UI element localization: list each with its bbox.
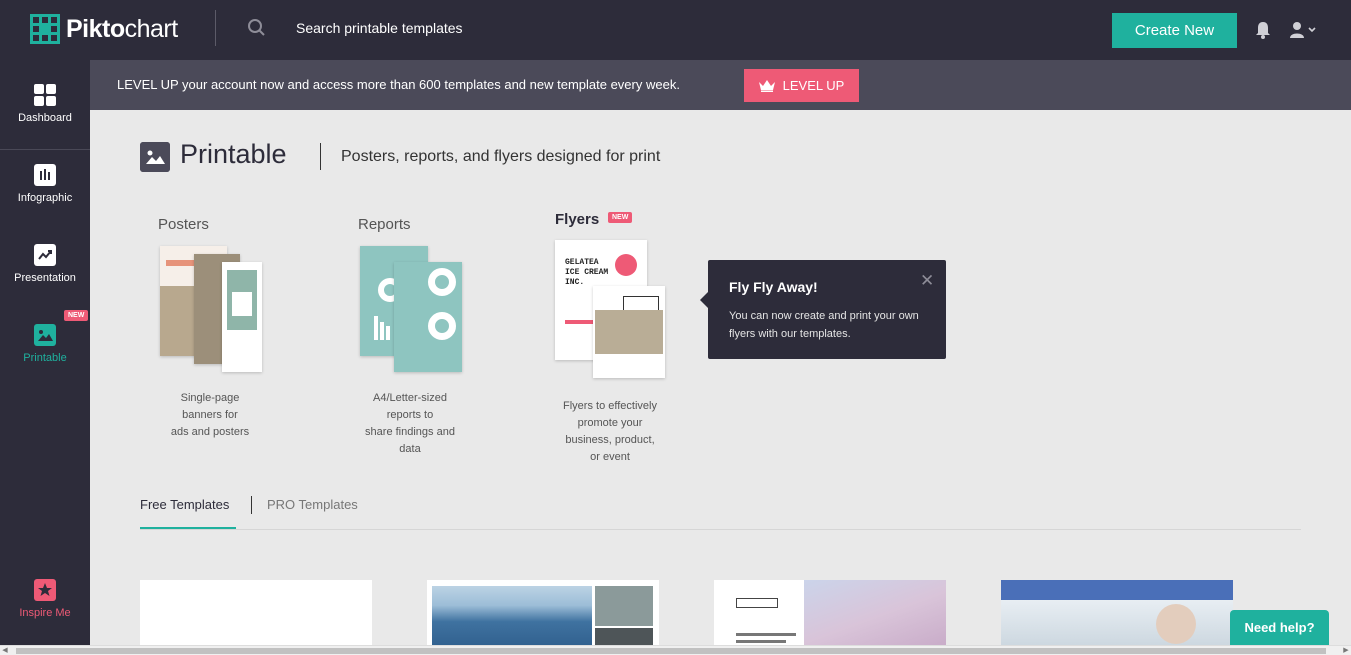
search-icon[interactable]	[247, 18, 267, 38]
template-card[interactable]	[1001, 580, 1233, 655]
level-up-label: LEVEL UP	[782, 78, 845, 93]
category-reports-description: A4/Letter-sized reports to share findings …	[365, 392, 455, 455]
bar-chart-icon	[34, 164, 56, 186]
page-title: Printable	[180, 139, 287, 169]
user-menu-icon[interactable]	[1290, 21, 1318, 39]
template-label-box	[736, 598, 778, 608]
template-text-line	[736, 633, 796, 636]
tooltip-body: You can now create and print your own fl…	[729, 310, 919, 340]
bell-icon[interactable]	[1255, 21, 1271, 39]
template-text-line	[736, 640, 786, 643]
crown-icon	[758, 79, 775, 92]
search-input[interactable]	[286, 15, 686, 41]
image-icon	[34, 324, 56, 346]
close-icon[interactable]: ✕	[920, 271, 934, 291]
new-badge: NEW	[608, 212, 633, 223]
banner-text: LEVEL UP your account now and access mor…	[117, 77, 680, 92]
need-help-button[interactable]: Need help?	[1230, 610, 1329, 645]
new-badge: NEW	[64, 310, 89, 321]
tabs-baseline	[140, 529, 1301, 530]
logo-text: Piktochart	[66, 14, 178, 43]
logo-mark-icon	[30, 14, 60, 44]
active-tab-indicator	[140, 527, 236, 529]
category-posters-label[interactable]: Posters	[158, 216, 209, 233]
scroll-left-icon[interactable]: ◀	[0, 646, 10, 655]
report-thumb-front	[394, 262, 462, 372]
sidebar-item-label: Presentation	[14, 272, 76, 284]
template-image	[804, 580, 946, 655]
star-icon	[34, 579, 56, 601]
template-card[interactable]	[427, 580, 659, 655]
horizontal-scrollbar[interactable]: ◀ ▶	[0, 645, 1351, 655]
poster-thumb-front	[222, 262, 262, 372]
printable-image-icon	[140, 142, 170, 172]
template-image	[432, 586, 592, 651]
tooltip-title: Fly Fly Away!	[729, 279, 818, 295]
sidebar-item-infographic[interactable]: Infographic	[0, 164, 90, 204]
tab-free-templates[interactable]: Free Templates	[140, 497, 229, 512]
template-image	[1156, 604, 1196, 644]
top-bar: Piktochart Create New	[0, 0, 1351, 60]
title-divider	[320, 143, 321, 170]
create-new-button[interactable]: Create New	[1112, 13, 1237, 48]
page-subtitle: Posters, reports, and flyers designed fo…	[341, 148, 661, 165]
category-flyers-label[interactable]: Flyers	[555, 211, 599, 228]
grid-icon	[34, 84, 56, 106]
sidebar-item-presentation[interactable]: Presentation	[0, 244, 90, 284]
sidebar: Dashboard Infographic Presentation Print…	[0, 60, 90, 655]
flyers-tooltip: Fly Fly Away! ✕ You can now create and p…	[700, 260, 946, 359]
sidebar-item-label: Printable	[23, 352, 67, 364]
category-flyers-description: Flyers to effectively promote your busines…	[563, 400, 657, 463]
sidebar-item-label: Inspire Me	[19, 607, 71, 619]
scroll-right-icon[interactable]: ▶	[1341, 646, 1351, 655]
scrollbar-thumb[interactable]	[16, 648, 1326, 654]
sidebar-item-dashboard[interactable]: Dashboard	[0, 84, 90, 124]
category-reports-label[interactable]: Reports	[358, 216, 411, 233]
level-up-banner: LEVEL UP your account now and access mor…	[90, 60, 1351, 110]
flyer-thumb-text: GELATEA ICE CREAM INC.	[565, 258, 609, 287]
tab-pro-templates[interactable]: PRO Templates	[267, 497, 358, 512]
sidebar-item-inspire-me[interactable]: Inspire Me	[0, 579, 90, 619]
piktochart-logo[interactable]: Piktochart	[30, 14, 178, 44]
top-divider	[215, 10, 216, 46]
category-posters-description: Single-page banners for ads and posters	[170, 392, 250, 438]
template-card[interactable]	[140, 580, 372, 655]
sidebar-divider	[0, 149, 90, 150]
template-image	[595, 586, 653, 626]
level-up-button[interactable]: LEVEL UP	[744, 69, 859, 102]
template-card[interactable]	[714, 580, 946, 655]
sidebar-item-label: Infographic	[17, 192, 73, 204]
sidebar-item-label: Dashboard	[18, 112, 72, 124]
sidebar-item-printable[interactable]: Printable	[0, 324, 90, 364]
tab-divider	[251, 496, 252, 514]
trend-icon	[34, 244, 56, 266]
flyer-thumb-front	[593, 286, 665, 378]
